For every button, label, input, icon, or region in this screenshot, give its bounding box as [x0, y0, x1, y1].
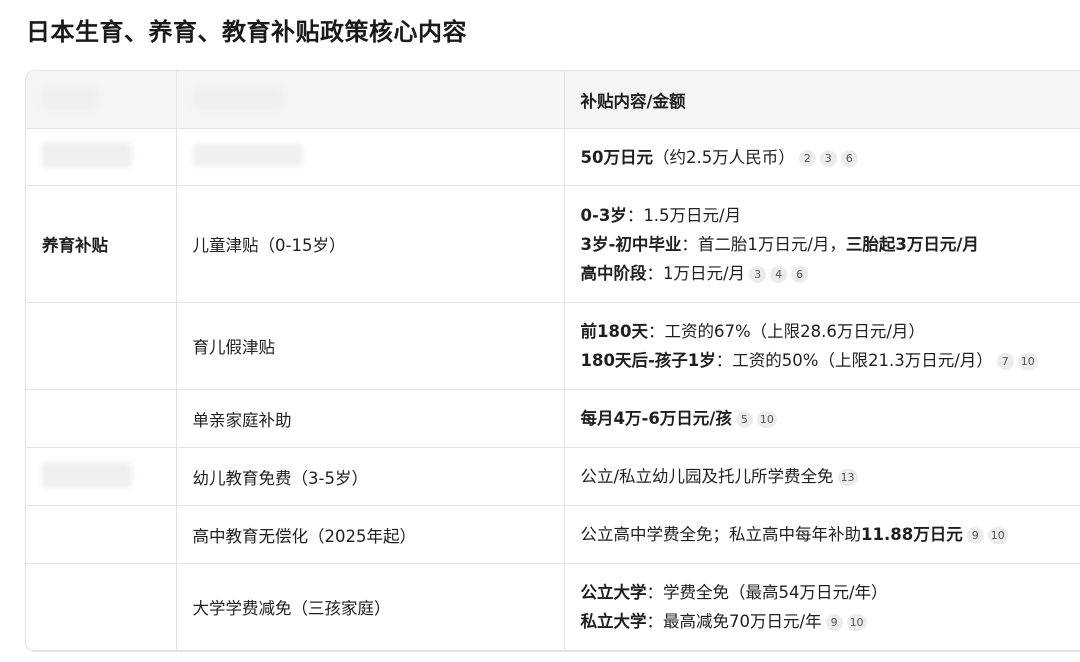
citation-badge[interactable]: 9 — [825, 614, 843, 631]
cell-content: 公立大学：学费全免（最高54万日元/年） 私立大学：最高减免70万日元/年 9 10 — [564, 563, 1080, 651]
content-text: ：工资的67%（上限28.6万日元/月） — [647, 322, 925, 341]
cell-content: 50万日元（约2.5万人民币） 2 3 6 — [564, 128, 1080, 186]
blurred-header-text — [42, 86, 98, 109]
content-bold-text: 高中阶段 — [580, 263, 647, 283]
cell-content: 0-3岁：1.5万日元/月 3岁-初中毕业：首二胎1万日元/月，三胎起3万日元/月… — [564, 185, 1080, 303]
content-line: 公立/私立幼儿园及托儿所学费全免 13 — [581, 462, 1080, 491]
citation-badge[interactable]: 5 — [735, 411, 753, 428]
cell-content: 公立/私立幼儿园及托儿所学费全免 13 — [564, 447, 1080, 506]
cell-category — [26, 128, 177, 186]
citation-badge[interactable]: 10 — [1017, 353, 1038, 370]
citation-badge[interactable]: 4 — [770, 265, 788, 283]
content-bold-text: 私立大学 — [580, 612, 647, 631]
blurred-header-text — [192, 86, 283, 109]
cell-content: 每月4万-6万日元/孩 5 10 — [564, 389, 1080, 448]
cell-item: 育儿假津贴 — [176, 302, 565, 390]
citation-badge[interactable]: 6 — [840, 149, 858, 167]
content-bold-text: 每月4万-6万日元/孩 — [580, 409, 732, 428]
citation-badge[interactable]: 9 — [966, 527, 984, 544]
table-row: 育儿假津贴 前180天：工资的67%（上限28.6万日元/月） 180天后-孩子1岁… — [26, 302, 1080, 390]
cell-content: 公立高中学费全免；私立高中每年补助11.88万日元 9 10 — [564, 505, 1080, 564]
citation-badge[interactable]: 7 — [996, 353, 1014, 370]
cell-category: 养育补贴 — [26, 185, 177, 303]
blurred-text — [42, 142, 132, 168]
table-header-row: 补贴内容/金额 — [26, 71, 1080, 129]
header-col-category — [26, 71, 177, 129]
table-row: 幼儿教育免费（3-5岁） 公立/私立幼儿园及托儿所学费全免 13 — [26, 447, 1080, 506]
content-line: 公立大学：学费全免（最高54万日元/年） — [581, 578, 1080, 607]
content-text: ：首二胎1万日元/月， — [681, 234, 846, 254]
content-text: ：工资的50%（上限21.3万日元/月） — [715, 351, 993, 370]
content-line: 50万日元（约2.5万人民币） 2 3 6 — [581, 143, 1080, 172]
content-bold-text: 180天后-孩子1岁 — [580, 351, 716, 370]
header-col-item — [176, 71, 565, 129]
content-line: 前180天：工资的67%（上限28.6万日元/月） — [581, 317, 1080, 346]
cell-category — [26, 447, 177, 506]
table-row: 高中教育无偿化（2025年起） 公立高中学费全免；私立高中每年补助11.88万日元… — [26, 505, 1080, 564]
content-bold-text: 11.88万日元 — [861, 525, 963, 544]
content-line: 私立大学：最高减免70万日元/年 9 10 — [581, 607, 1080, 636]
table-row: 单亲家庭补助 每月4万-6万日元/孩 5 10 — [26, 389, 1080, 448]
cell-item: 儿童津贴（0-15岁） — [176, 185, 565, 303]
content-bold-text: 三胎起3万日元/月 — [845, 234, 979, 254]
page-title: 日本生育、养育、教育补贴政策核心内容 — [26, 18, 467, 46]
cell-item: 高中教育无偿化（2025年起） — [176, 505, 565, 564]
citation-badge[interactable]: 3 — [749, 265, 767, 283]
table-row: 养育补贴 儿童津贴（0-15岁） 0-3岁：1.5万日元/月 3岁-初中毕业：首二胎1… — [26, 185, 1080, 303]
cell-item — [176, 128, 565, 186]
table-row: 50万日元（约2.5万人民币） 2 3 6 — [26, 128, 1080, 186]
content-text: ：1万日元/月 — [646, 263, 746, 283]
cell-category — [26, 505, 177, 564]
cell-category — [26, 563, 177, 651]
cell-item: 大学学费减免（三孩家庭） — [176, 563, 565, 651]
content-line: 每月4万-6万日元/孩 5 10 — [581, 404, 1080, 433]
content-line: 高中阶段：1万日元/月 3 4 6 — [581, 259, 1080, 288]
cell-item: 幼儿教育免费（3-5岁） — [176, 447, 565, 506]
content-text: ：最高减免70万日元/年 — [646, 612, 822, 631]
citation-badge[interactable]: 2 — [798, 149, 816, 167]
citation-badge[interactable]: 3 — [819, 149, 837, 167]
content-bold-text: 50万日元 — [580, 147, 653, 167]
content-bold-text: 公立大学 — [580, 583, 647, 602]
content-bold-text: 3岁-初中毕业 — [580, 234, 682, 254]
citation-badge[interactable]: 10 — [846, 614, 867, 631]
blurred-text — [192, 144, 303, 166]
content-line: 3岁-初中毕业：首二胎1万日元/月，三胎起3万日元/月 — [581, 230, 1080, 259]
content-text: ：1.5万日元/月 — [626, 205, 742, 225]
content-line: 180天后-孩子1岁：工资的50%（上限21.3万日元/月） 7 10 — [581, 346, 1080, 375]
content-text: 公立高中学费全免；私立高中每年补助 — [580, 525, 862, 544]
blurred-text — [42, 461, 132, 488]
citation-badge[interactable]: 10 — [987, 527, 1008, 544]
policy-table: 补贴内容/金额 50万日元（约2.5万人民币） 2 3 6 养育补贴 儿童津贴（0-15岁… — [26, 71, 1080, 651]
content-bold-text: 0-3岁 — [580, 205, 627, 225]
content-bold-text: 前180天 — [580, 322, 648, 341]
content-line: 0-3岁：1.5万日元/月 — [581, 201, 1080, 230]
citation-badge[interactable]: 6 — [791, 265, 809, 283]
cell-category — [26, 302, 177, 390]
cell-content: 前180天：工资的67%（上限28.6万日元/月） 180天后-孩子1岁：工资的5… — [564, 302, 1080, 390]
citation-badge[interactable]: 10 — [756, 411, 777, 428]
table-row: 大学学费减免（三孩家庭） 公立大学：学费全免（最高54万日元/年） 私立大学：最高减… — [26, 563, 1080, 651]
header-col-content: 补贴内容/金额 — [564, 71, 1080, 129]
content-line: 公立高中学费全免；私立高中每年补助11.88万日元 9 10 — [581, 520, 1080, 549]
citation-badge[interactable]: 13 — [837, 469, 858, 486]
content-text: 公立/私立幼儿园及托儿所学费全免 — [580, 467, 834, 486]
table-body: 50万日元（约2.5万人民币） 2 3 6 养育补贴 儿童津贴（0-15岁） 0-3岁：1.… — [26, 128, 1080, 651]
content-text: （约2.5万人民币） — [652, 147, 795, 167]
cell-item: 单亲家庭补助 — [176, 389, 565, 448]
content-text: ：学费全免（最高54万日元/年） — [646, 583, 888, 602]
cell-category — [26, 389, 177, 448]
policy-table-container: 补贴内容/金额 50万日元（约2.5万人民币） 2 3 6 养育补贴 儿童津贴（0-15岁… — [25, 70, 1080, 652]
